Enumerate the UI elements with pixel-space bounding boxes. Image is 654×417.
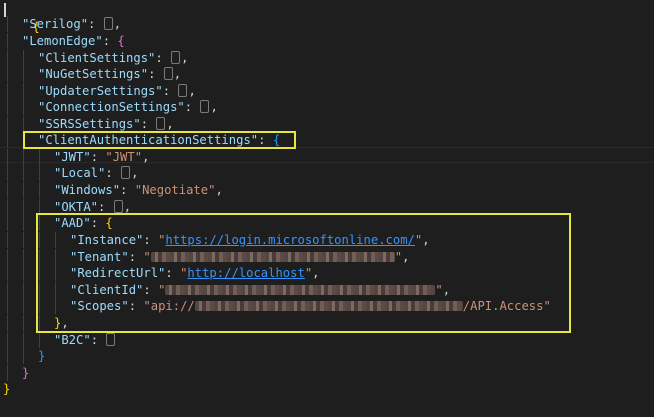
redacted-client-id-value — [165, 285, 436, 295]
folded-block-icon[interactable] — [163, 67, 173, 80]
code-line[interactable]: "UpdaterSettings": , — [6, 83, 196, 99]
client-settings-key: "ClientSettings" — [38, 51, 156, 65]
client-id-key: "ClientId" — [70, 283, 144, 297]
redacted-scopes-value — [194, 301, 463, 311]
code-line[interactable]: "RedirectUrl": "http://localhost", — [6, 265, 320, 281]
code-line[interactable]: "ClientAuthenticationSettings": { — [6, 132, 280, 148]
folded-block-icon[interactable] — [171, 51, 181, 64]
updater-settings-key: "UpdaterSettings" — [38, 84, 163, 98]
folded-block-icon[interactable] — [121, 166, 131, 179]
local-key: "Local" — [54, 166, 106, 180]
code-line[interactable]: "AAD": { — [6, 215, 113, 231]
folded-block-icon[interactable] — [178, 84, 188, 97]
code-line[interactable]: "ConnectionSettings": , — [6, 99, 218, 115]
code-line[interactable]: "SSRSSettings": , — [6, 116, 174, 132]
ssrs-settings-key: "SSRSSettings" — [38, 117, 141, 131]
client-auth-close-brace: } — [38, 349, 46, 363]
tenant-key: "Tenant" — [70, 250, 129, 264]
code-line[interactable]: } — [3, 381, 10, 397]
code-line[interactable]: "Serilog": , — [6, 16, 121, 32]
code-line[interactable]: "Instance": "https://login.microsoftonli… — [6, 232, 430, 248]
code-line[interactable]: "ClientId": " ", — [6, 282, 450, 298]
code-line[interactable]: }, — [6, 315, 69, 331]
lemonedge-close-brace: } — [22, 366, 30, 380]
redirect-url-key: "RedirectUrl" — [70, 266, 166, 280]
client-auth-settings-key: "ClientAuthenticationSettings" — [38, 133, 259, 147]
jwt-key: "JWT" — [54, 150, 91, 164]
code-line[interactable]: "OKTA": , — [6, 199, 131, 215]
code-line[interactable]: "NuGetSettings": , — [6, 66, 181, 82]
folded-block-icon[interactable] — [200, 100, 210, 113]
redirect-url-link[interactable]: http://localhost — [187, 266, 304, 280]
connection-settings-key: "ConnectionSettings" — [38, 100, 185, 114]
code-line[interactable]: "Tenant": " ", — [6, 249, 409, 265]
windows-value: "Negotiate" — [134, 183, 216, 197]
code-line[interactable]: "Windows": "Negotiate", — [6, 182, 223, 198]
folded-block-icon[interactable] — [106, 333, 116, 346]
code-line[interactable]: } — [6, 348, 45, 364]
serilog-key: "Serilog" — [22, 17, 89, 31]
code-line[interactable]: "ClientSettings": , — [6, 50, 188, 66]
scopes-prefix: api:// — [150, 299, 195, 313]
redacted-tenant-value — [150, 252, 395, 262]
code-line[interactable]: "JWT": "JWT", — [6, 149, 149, 165]
lemonedge-key: "LemonEdge" — [22, 34, 103, 48]
jwt-value: "JWT" — [105, 150, 143, 164]
nuget-settings-key: "NuGetSettings" — [38, 67, 149, 81]
scopes-suffix: /API.Access — [462, 299, 544, 313]
b2c-key: "B2C" — [54, 333, 91, 347]
code-line[interactable]: } — [6, 365, 29, 381]
code-editor[interactable]: { "Serilog": , "LemonEdge": { "ClientSet… — [0, 0, 654, 417]
root-close-brace: } — [3, 382, 11, 396]
aad-key: "AAD" — [54, 216, 91, 230]
folded-block-icon[interactable] — [156, 117, 166, 130]
scopes-key: "Scopes" — [70, 299, 129, 313]
code-line[interactable]: "Local": , — [6, 165, 138, 181]
windows-key: "Windows" — [54, 183, 121, 197]
folded-block-icon[interactable] — [113, 200, 123, 213]
okta-key: "OKTA" — [54, 200, 99, 214]
instance-url-link[interactable]: https://login.microsoftonline.com/ — [165, 233, 414, 247]
folded-block-icon[interactable] — [103, 17, 113, 30]
code-line[interactable]: "Scopes": "api:///API.Access" — [6, 298, 551, 314]
instance-key: "Instance" — [70, 233, 144, 247]
code-line[interactable]: "B2C": — [6, 332, 116, 348]
code-line[interactable]: "LemonEdge": { — [6, 33, 125, 49]
